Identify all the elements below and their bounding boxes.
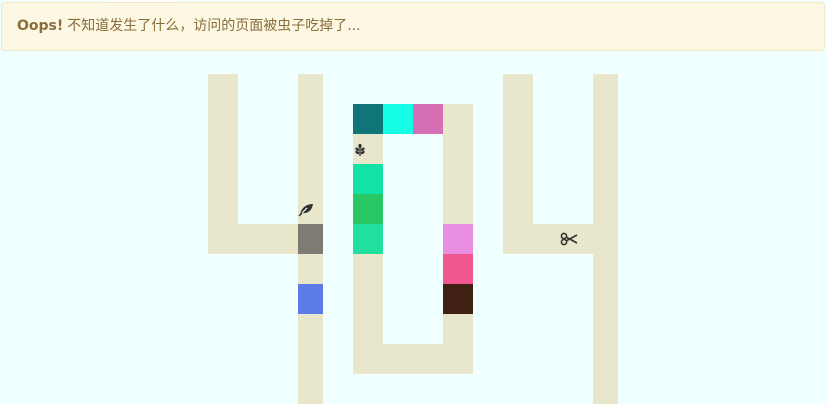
tile-teal-dark	[353, 104, 383, 134]
tile-pink	[413, 104, 443, 134]
tile-orchid	[443, 224, 473, 254]
scissors-icon	[559, 231, 579, 247]
tile-gray	[298, 224, 323, 254]
tile-rose	[443, 254, 473, 284]
tile-green	[353, 194, 383, 224]
tile-cyan	[383, 104, 413, 134]
snake-404-board	[0, 0, 827, 404]
tile-brown	[443, 284, 473, 314]
track-segment	[593, 74, 618, 404]
leaf-sprout-icon	[353, 142, 367, 158]
leaf-icon	[297, 201, 315, 218]
tile-aqua	[353, 224, 383, 254]
tile-blue	[298, 284, 323, 314]
tile-mint	[353, 164, 383, 194]
